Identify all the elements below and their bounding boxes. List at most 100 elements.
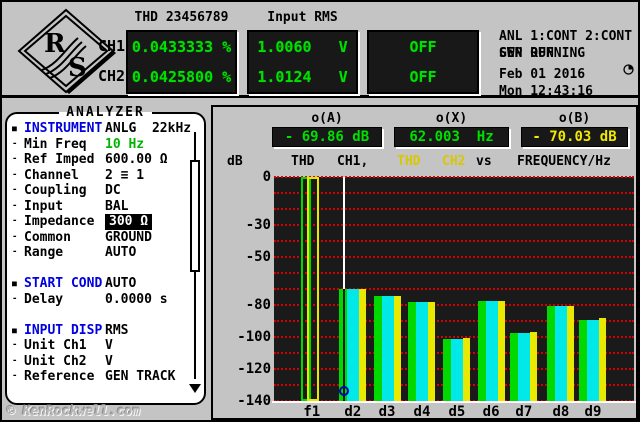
menu-value: GEN TRACK: [105, 369, 176, 384]
readout-x-label: o(X): [435, 111, 468, 126]
analyzer-menu: ■ INSTRUMENT ANLG 22kHz - Min Freq 10 Hz - Ref …: [7, 121, 204, 385]
display-value-ch2: 0.0425800 %: [131, 67, 232, 86]
x-tick-label-d2: d2: [344, 404, 362, 420]
scrollbar-thumb[interactable]: [190, 160, 200, 272]
menu-spacer: [7, 261, 204, 277]
display-value-ch1: 0.0433333 %: [131, 37, 232, 56]
bar-ch1: [408, 301, 417, 401]
cursor-line[interactable]: [343, 177, 346, 289]
bar-group-f1: [298, 177, 325, 401]
menu-row-reference[interactable]: - Reference GEN TRACK: [7, 369, 204, 385]
menu-row-coupling[interactable]: - Coupling DC: [7, 183, 204, 199]
gridline-0db: [274, 176, 634, 178]
bar-overlap: [485, 301, 498, 401]
chart-title-token: THD: [291, 154, 315, 169]
item-marker-icon: -: [12, 371, 18, 381]
bar-ch1: [443, 338, 452, 401]
item-marker-icon: -: [12, 247, 18, 257]
scrollbar-down-arrow-icon[interactable]: [189, 384, 201, 393]
group-marker-icon: ■: [12, 279, 17, 288]
busy-indicator-icon: [623, 64, 634, 75]
x-tick-label-f1: f1: [303, 404, 321, 420]
group-marker-icon: ■: [12, 325, 17, 335]
item-marker-icon: -: [12, 355, 18, 366]
plot-area: [274, 176, 634, 402]
display-value-ch2: OFF: [409, 67, 437, 86]
bar-ch1: [510, 332, 519, 401]
bar-ch2: [463, 337, 471, 401]
bar-ch2: [530, 331, 538, 401]
menu-value: AUTO: [105, 276, 137, 291]
bar-overlap: [347, 289, 360, 401]
bar-group-d9: [579, 318, 607, 401]
bar-ch1: [477, 300, 486, 401]
bar-group-d7: [510, 331, 538, 401]
plot-underline: [272, 401, 636, 403]
y-tick-label: -50: [245, 249, 271, 265]
x-tick-label-d3: d3: [378, 404, 396, 420]
gridline--40db: [274, 240, 634, 242]
readout-b-value: - 70.03 dB: [521, 127, 628, 147]
menu-label: Ref Imped: [24, 152, 95, 167]
menu-row-input[interactable]: - Input BAL: [7, 199, 204, 215]
menu-row-unit-ch2[interactable]: - Unit Ch2 V: [7, 354, 204, 370]
menu-row-unit-ch1[interactable]: - Unit Ch1 V: [7, 338, 204, 354]
chart-panel: o(A) - 69.86 dB o(X) 62.003 Hz o(B) - 70…: [211, 105, 638, 420]
gridline--70db: [274, 288, 634, 290]
display-value-ch1: OFF: [409, 37, 437, 56]
menu-row-range[interactable]: - Range AUTO: [7, 245, 204, 261]
gridline--10db: [274, 192, 634, 194]
bar-overlap: [381, 296, 394, 401]
menu-label: Delay: [24, 291, 64, 307]
top-status-bar: R S CH1 CH2 THD 23456789 Input RMS 0.043…: [2, 2, 638, 99]
item-marker-icon: -: [12, 340, 18, 350]
item-marker-icon: -: [12, 231, 18, 242]
readout-a-value: - 69.86 dB: [272, 127, 382, 147]
menu-label: Impedance: [24, 214, 95, 229]
x-tick-label-d9: d9: [584, 404, 602, 420]
y-tick-label: -140: [237, 393, 271, 409]
menu-label: INPUT DISP: [24, 322, 103, 338]
menu-row-min-freq[interactable]: - Min Freq 10 Hz: [7, 137, 204, 153]
menu-row-common[interactable]: - Common GROUND: [7, 230, 204, 246]
bar-group-d6: [477, 300, 505, 401]
display-value-ch1: 1.0060 V: [257, 37, 348, 56]
x-tick-label-d8: d8: [552, 404, 570, 420]
group-marker-icon: ■: [12, 124, 17, 133]
menu-label: Min Freq: [24, 136, 87, 152]
gridline--20db: [274, 208, 634, 210]
gen-status: GEN RUNNING: [499, 46, 586, 61]
menu-scrollbar[interactable]: [189, 132, 201, 393]
input-rms-display-title: Input RMS: [267, 10, 338, 25]
bar-group-d4: [408, 301, 436, 401]
y-tick-label: -80: [245, 297, 271, 313]
menu-row-delay[interactable]: - Delay 0.0000 s: [7, 292, 204, 308]
chart-title-token: vs: [476, 154, 492, 169]
menu-label: Coupling: [24, 183, 87, 198]
menu-row-impedance[interactable]: - Impedance 300 Ω: [7, 214, 204, 230]
watermark: © KenRockwell.com: [7, 404, 141, 419]
menu-row-instrument[interactable]: ■ INSTRUMENT ANLG 22kHz: [7, 121, 204, 137]
instrument-screen: R S CH1 CH2 THD 23456789 Input RMS 0.043…: [0, 0, 640, 422]
menu-row-input-disp[interactable]: ■ INPUT DISP RMS: [7, 323, 204, 339]
menu-row-start-cond[interactable]: ■ START COND AUTO: [7, 276, 204, 292]
ch1-label: CH1: [98, 37, 126, 55]
bar-group-d5: [443, 337, 471, 401]
menu-label: START COND: [24, 276, 103, 291]
menu-spacer: [7, 307, 204, 323]
gridline--50db: [274, 256, 634, 258]
readout-a-label: o(A): [311, 111, 343, 126]
bar-group-d3: [373, 295, 401, 401]
item-marker-icon: -: [12, 293, 18, 304]
bar-overlap: [451, 338, 464, 401]
aux-display: OFF OFF: [367, 30, 479, 94]
menu-row-ref-imped[interactable]: - Ref Imped 600.00 Ω: [7, 152, 204, 168]
x-tick-label-d7: d7: [515, 404, 533, 420]
menu-label: Unit Ch1: [24, 338, 87, 353]
menu-label: Range: [24, 245, 64, 260]
item-marker-icon: -: [12, 138, 18, 149]
menu-label: Reference: [24, 369, 95, 384]
readout-x-value: 62.003 Hz: [394, 127, 509, 147]
bar-overlap: [518, 332, 531, 401]
menu-row-channel[interactable]: - Channel 2 ≡ 1: [7, 168, 204, 184]
